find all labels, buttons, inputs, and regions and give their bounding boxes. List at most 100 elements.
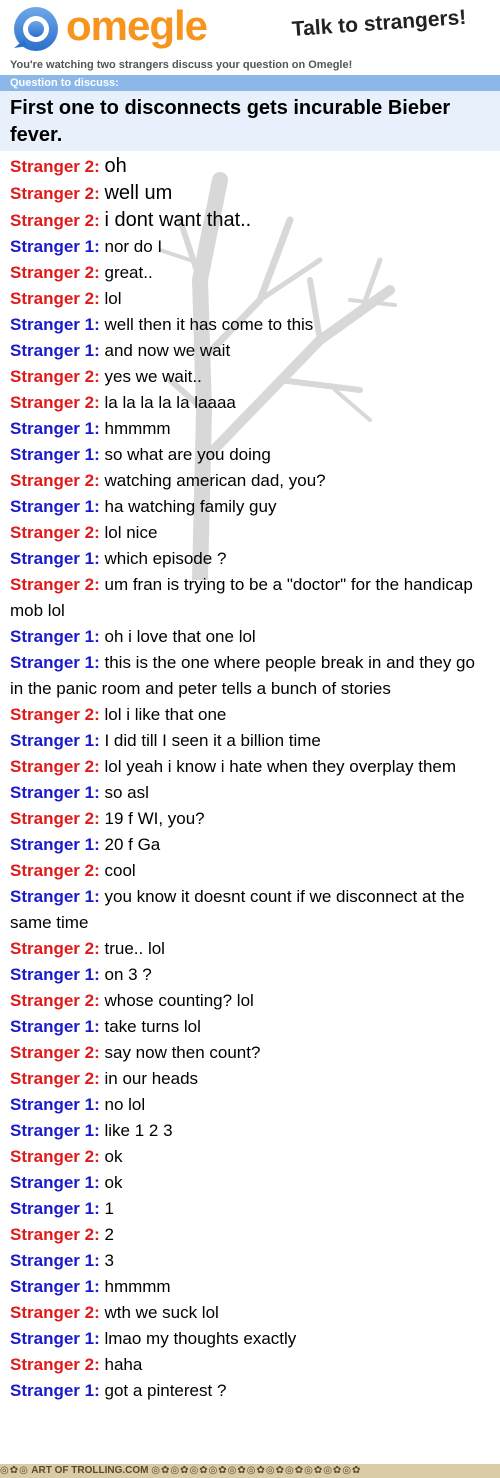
stranger-label: Stranger 1:: [10, 731, 100, 750]
message-text: hmmmm: [104, 419, 171, 438]
stranger-label: Stranger 1:: [10, 445, 100, 464]
message-text: I did till I seen it a billion time: [104, 731, 321, 750]
chat-message: Stranger 1: this is the one where people…: [10, 650, 492, 702]
watermark-text: ART OF TROLLING.COM: [31, 1465, 149, 1476]
stranger-label: Stranger 2:: [10, 471, 100, 490]
message-text: ok: [104, 1147, 123, 1166]
chat-message: Stranger 1: ok: [10, 1170, 492, 1196]
chat-message: Stranger 2: 19 f WI, you?: [10, 806, 492, 832]
message-text: in our heads: [104, 1069, 199, 1088]
watching-subtitle: You're watching two strangers discuss yo…: [10, 59, 353, 71]
message-text: and now we wait: [104, 341, 231, 360]
stranger-label: Stranger 2:: [10, 157, 100, 176]
chat-message: Stranger 1: take turns lol: [10, 1014, 492, 1040]
stranger-label: Stranger 1:: [10, 965, 100, 984]
message-text: oh: [104, 155, 127, 177]
chat-message: Stranger 1: so what are you doing: [10, 442, 492, 468]
stranger-label: Stranger 2:: [10, 1147, 100, 1166]
stranger-label: Stranger 2:: [10, 939, 100, 958]
chat-message: Stranger 2: ok: [10, 1144, 492, 1170]
chat-message: Stranger 2: cool: [10, 858, 492, 884]
question-label: Question to discuss:: [0, 75, 500, 91]
chat-message: Stranger 2: wth we suck lol: [10, 1300, 492, 1326]
stranger-label: Stranger 1:: [10, 1017, 100, 1036]
message-text: whose counting? lol: [104, 991, 254, 1010]
stranger-label: Stranger 1:: [10, 1121, 100, 1140]
chat-message: Stranger 2: haha: [10, 1352, 492, 1378]
stranger-label: Stranger 2:: [10, 705, 100, 724]
chat-message: Stranger 1: nor do I: [10, 234, 492, 260]
watermark-footer: ◎✿◎ ART OF TROLLING.COM ◎✿◎✿◎✿◎✿◎✿◎✿◎✿◎✿…: [0, 1464, 500, 1478]
stranger-label: Stranger 1:: [10, 549, 100, 568]
chat-message: Stranger 1: and now we wait: [10, 338, 492, 364]
message-text: haha: [104, 1355, 143, 1374]
chat-message: Stranger 1: 20 f Ga: [10, 832, 492, 858]
message-text: hmmmm: [104, 1277, 171, 1296]
stranger-label: Stranger 2:: [10, 289, 100, 308]
stranger-label: Stranger 2:: [10, 1355, 100, 1374]
chat-message: Stranger 1: no lol: [10, 1092, 492, 1118]
chat-message: Stranger 2: 2: [10, 1222, 492, 1248]
stranger-label: Stranger 1:: [10, 1329, 100, 1348]
message-text: i dont want that..: [104, 209, 252, 231]
stranger-label: Stranger 2:: [10, 757, 100, 776]
chat-message: Stranger 1: which episode ?: [10, 546, 492, 572]
stranger-label: Stranger 2:: [10, 991, 100, 1010]
message-text: yes we wait..: [104, 367, 202, 386]
stranger-label: Stranger 2:: [10, 367, 100, 386]
omegle-logo-text: omegle: [66, 2, 208, 49]
message-text: take turns lol: [104, 1017, 201, 1036]
message-text: 2: [104, 1225, 114, 1244]
stranger-label: Stranger 1:: [10, 627, 100, 646]
message-text: ok: [104, 1173, 123, 1192]
message-text: wth we suck lol: [104, 1303, 219, 1322]
message-text: so what are you doing: [104, 445, 271, 464]
message-text: well then it has come to this: [104, 315, 314, 334]
message-text: true.. lol: [104, 939, 165, 958]
message-text: 20 f Ga: [104, 835, 161, 854]
stranger-label: Stranger 2:: [10, 1043, 100, 1062]
message-text: so asl: [104, 783, 149, 802]
message-text: nor do I: [104, 237, 163, 256]
chat-message: Stranger 1: on 3 ?: [10, 962, 492, 988]
stranger-label: Stranger 2:: [10, 1225, 100, 1244]
chat-message: Stranger 1: got a pinterest ?: [10, 1378, 492, 1404]
stranger-label: Stranger 1:: [10, 341, 100, 360]
message-text: la la la la la laaaa: [104, 393, 236, 412]
message-text: ha watching family guy: [104, 497, 277, 516]
ornament-right-icon: ◎✿◎✿◎✿◎✿◎✿◎✿◎✿◎✿◎✿◎✿◎✿: [151, 1465, 362, 1476]
header: omegle Talk to strangers!: [0, 0, 500, 58]
chat-message: Stranger 1: 1: [10, 1196, 492, 1222]
chat-message: Stranger 1: well then it has come to thi…: [10, 312, 492, 338]
stranger-label: Stranger 1:: [10, 419, 100, 438]
stranger-label: Stranger 2:: [10, 211, 100, 230]
stranger-label: Stranger 1:: [10, 653, 100, 672]
chat-message: Stranger 2: i dont want that..: [10, 207, 492, 234]
stranger-label: Stranger 1:: [10, 835, 100, 854]
tagline: Talk to strangers!: [291, 5, 467, 41]
message-text: well um: [104, 182, 173, 204]
message-text: 3: [104, 1251, 114, 1270]
chat-message: Stranger 1: ha watching family guy: [10, 494, 492, 520]
stranger-label: Stranger 2:: [10, 184, 100, 203]
ornament-left-icon: ◎✿◎: [0, 1465, 29, 1476]
message-text: watching american dad, you?: [104, 471, 326, 490]
chat-message: Stranger 2: great..: [10, 260, 492, 286]
chat-message: Stranger 2: la la la la la laaaa: [10, 390, 492, 416]
message-text: lol yeah i know i hate when they overpla…: [104, 757, 457, 776]
message-text: lol nice: [104, 523, 158, 542]
stranger-label: Stranger 1:: [10, 1251, 100, 1270]
message-text: which episode ?: [104, 549, 227, 568]
chat-message: Stranger 2: lol: [10, 286, 492, 312]
chat-message: Stranger 1: so asl: [10, 780, 492, 806]
chat-message: Stranger 2: watching american dad, you?: [10, 468, 492, 494]
stranger-label: Stranger 2:: [10, 1069, 100, 1088]
stranger-label: Stranger 1:: [10, 1173, 100, 1192]
stranger-label: Stranger 1:: [10, 1381, 100, 1400]
chat-message: Stranger 1: I did till I seen it a billi…: [10, 728, 492, 754]
chat-message: Stranger 2: well um: [10, 180, 492, 207]
message-text: lmao my thoughts exactly: [104, 1329, 297, 1348]
chat-message: Stranger 2: say now then count?: [10, 1040, 492, 1066]
chat-message: Stranger 2: true.. lol: [10, 936, 492, 962]
chat-message: Stranger 2: lol i like that one: [10, 702, 492, 728]
